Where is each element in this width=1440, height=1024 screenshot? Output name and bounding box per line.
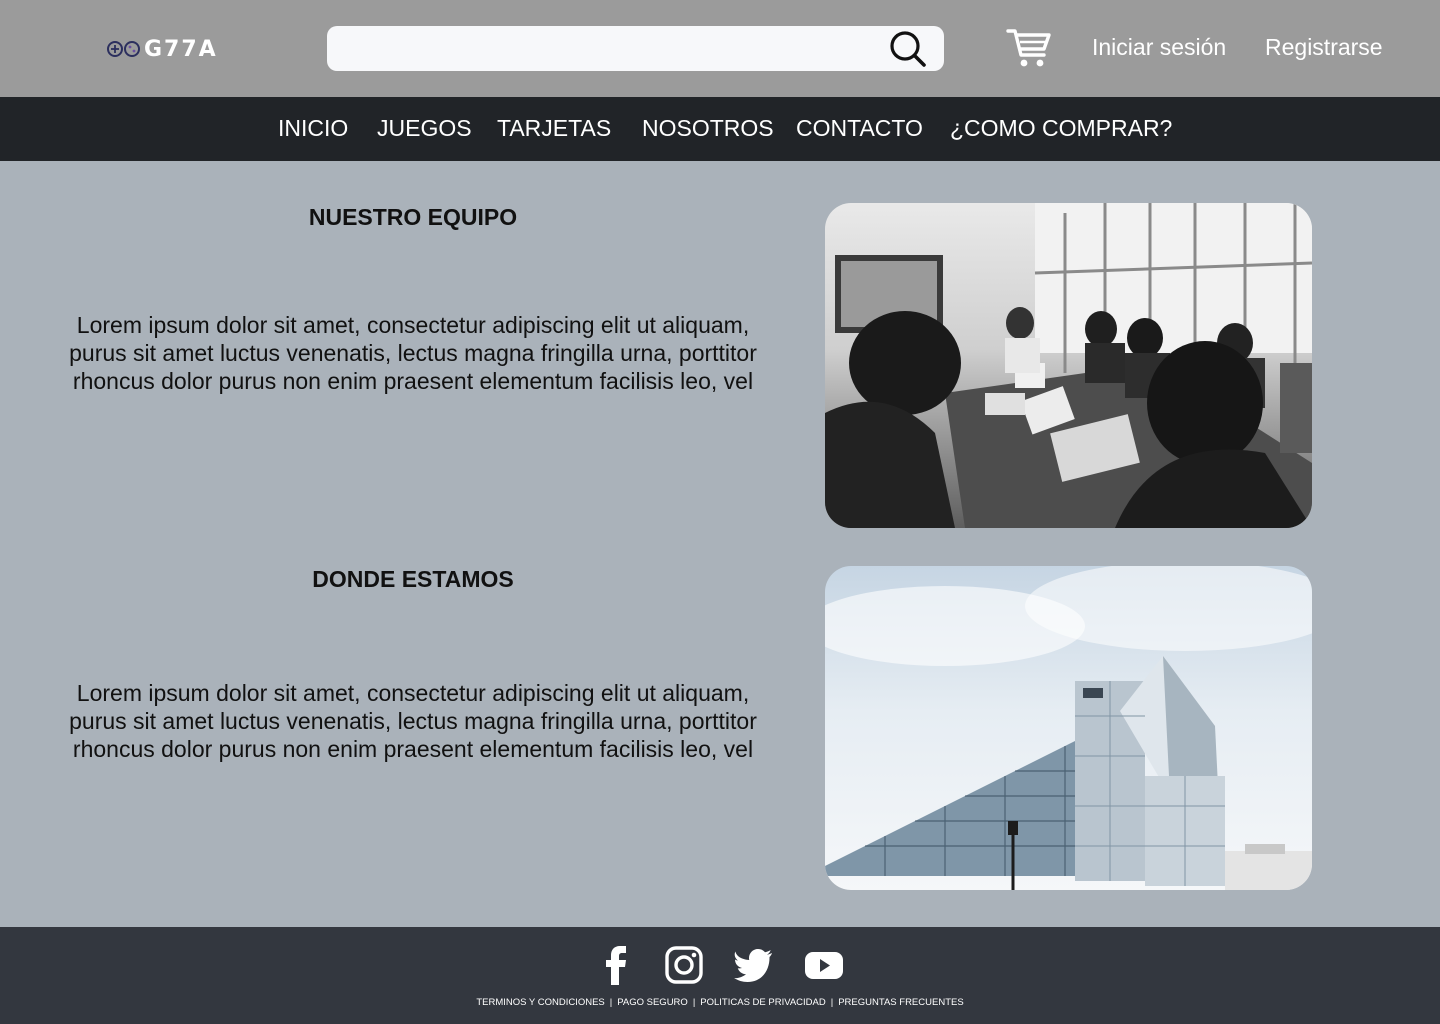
nav-item-contacto[interactable]: CONTACTO (796, 115, 923, 142)
footer-link-pago-seguro[interactable]: PAGO SEGURO (617, 997, 688, 1008)
footer-link-preguntas[interactable]: PREGUNTAS FRECUENTES (838, 997, 963, 1008)
main-nav: INICIO JUEGOS TARJETAS NOSOTROS CONTACTO… (0, 97, 1440, 161)
footer-link-terminos[interactable]: TERMINOS Y CONDICIONES (476, 997, 604, 1008)
youtube-icon[interactable] (804, 945, 844, 985)
facebook-icon[interactable] (596, 945, 636, 985)
instagram-icon[interactable] (664, 945, 704, 985)
nav-item-nosotros[interactable]: NOSOTROS (642, 115, 774, 142)
section-body-team: Lorem ipsum dolor sit amet, consectetur … (69, 312, 757, 394)
nav-item-tarjetas[interactable]: TARJETAS (497, 115, 611, 142)
login-link[interactable]: Iniciar sesión (1092, 34, 1226, 61)
footer-links: TERMINOS Y CONDICIONES | PAGO SEGURO | POLIT… (0, 997, 1440, 1008)
footer-separator: | (692, 997, 696, 1008)
nav-item-juegos[interactable]: JUEGOS (377, 115, 472, 142)
footer-separator: | (609, 997, 613, 1008)
section-body-location: Lorem ipsum dolor sit amet, consectetur … (69, 680, 757, 762)
top-header: G77A Iniciar sesión Registrarse (0, 0, 1440, 97)
logo[interactable]: G77A (106, 35, 218, 63)
search-input[interactable] (343, 34, 883, 63)
logo-text: G77A (144, 36, 218, 62)
nav-item-inicio[interactable]: INICIO (278, 115, 348, 142)
footer-separator: | (830, 997, 834, 1008)
team-meeting-photo (825, 203, 1312, 528)
gamepad-logo-icon (107, 41, 140, 57)
section-title-location: DONDE ESTAMOS (312, 566, 514, 592)
office-building-photo (825, 566, 1312, 890)
section-title-team: NUESTRO EQUIPO (308, 204, 518, 230)
register-link[interactable]: Registrarse (1265, 34, 1383, 61)
cart-icon[interactable] (1006, 27, 1052, 69)
search-icon[interactable] (888, 29, 928, 69)
search-bar (327, 26, 944, 71)
footer-link-privacidad[interactable]: POLITICAS DE PRIVACIDAD (700, 997, 825, 1008)
nav-item-como-comprar[interactable]: ¿COMO COMPRAR? (950, 115, 1172, 142)
twitter-icon[interactable] (734, 945, 774, 985)
footer: TERMINOS Y CONDICIONES | PAGO SEGURO | POLIT… (0, 927, 1440, 1024)
